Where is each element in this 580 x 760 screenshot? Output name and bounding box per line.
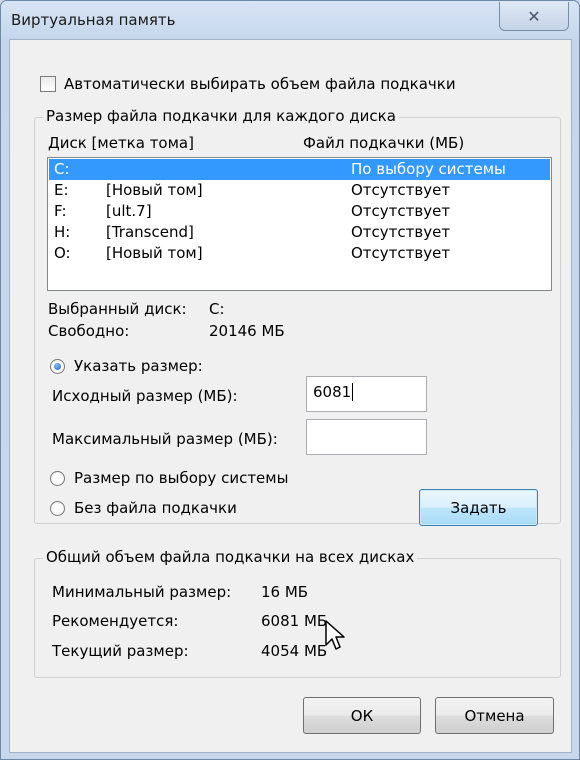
mouse-pointer-icon — [325, 620, 345, 650]
recommended-label: Рекомендуется: — [52, 612, 179, 630]
ok-button[interactable]: ОК — [303, 697, 421, 734]
free-space-value: 20146 МБ — [209, 322, 285, 340]
drive-list[interactable]: C: По выбору системы E: [Новый том] Отсу… — [47, 157, 552, 291]
min-size-label: Минимальный размер: — [52, 583, 232, 601]
max-size-input[interactable] — [306, 419, 427, 455]
list-item[interactable]: H: [Transcend] Отсутствует — [49, 222, 550, 243]
window-title: Виртуальная память — [11, 11, 176, 29]
close-button[interactable]: ✕ — [499, 2, 569, 31]
close-icon: ✕ — [527, 6, 541, 26]
auto-manage-checkbox-row[interactable]: Автоматически выбирать объем файла подка… — [40, 75, 456, 93]
custom-size-radio-label[interactable]: Указать размер: — [74, 357, 203, 375]
pagefile-status: Отсутствует — [351, 223, 451, 241]
current-size-label: Текущий размер: — [52, 642, 189, 660]
initial-size-value: 6081 — [313, 383, 352, 401]
drive-letter: F: — [54, 202, 67, 220]
list-item[interactable]: O: [Новый том] Отсутствует — [49, 243, 550, 264]
set-button-label: Задать — [450, 498, 507, 517]
volume-label: [ult.7] — [106, 202, 152, 220]
cancel-button-label: Отмена — [464, 706, 525, 725]
current-size-value: 4054 МБ — [261, 642, 328, 660]
system-size-radio[interactable] — [50, 471, 65, 486]
system-size-radio-label[interactable]: Размер по выбору системы — [74, 469, 288, 487]
free-space-label: Свободно: — [48, 322, 130, 340]
auto-manage-label: Автоматически выбирать объем файла подка… — [64, 75, 456, 93]
per-disk-group-title: Размер файла подкачки для каждого диска — [43, 107, 399, 125]
column-header-disk: Диск [метка тома] — [48, 134, 194, 152]
max-size-label: Максимальный размер (МБ): — [52, 430, 278, 448]
no-pagefile-radio-label[interactable]: Без файла подкачки — [74, 499, 237, 517]
cancel-button[interactable]: Отмена — [435, 697, 554, 734]
drive-letter: H: — [54, 223, 71, 241]
set-button[interactable]: Задать — [419, 489, 538, 526]
list-item[interactable]: C: По выбору системы — [49, 159, 550, 180]
list-item[interactable]: F: [ult.7] Отсутствует — [49, 201, 550, 222]
volume-label: [Transcend] — [106, 223, 194, 241]
text-caret — [352, 383, 354, 401]
dialog-body: Автоматически выбирать объем файла подка… — [9, 39, 572, 753]
volume-label: [Новый том] — [106, 244, 203, 262]
selected-drive-label: Выбранный диск: — [48, 300, 187, 318]
selected-drive-value: C: — [209, 300, 225, 318]
no-pagefile-radio[interactable] — [50, 501, 65, 516]
initial-size-label: Исходный размер (МБ): — [52, 387, 238, 405]
custom-size-radio[interactable] — [50, 359, 65, 374]
recommended-value: 6081 МБ — [261, 612, 328, 630]
pagefile-status: Отсутствует — [351, 244, 451, 262]
pagefile-status: По выбору системы — [351, 160, 506, 178]
pagefile-status: Отсутствует — [351, 202, 451, 220]
initial-size-input[interactable]: 6081 — [306, 376, 427, 412]
auto-manage-checkbox[interactable] — [40, 76, 56, 92]
min-size-value: 16 МБ — [261, 583, 309, 601]
list-item[interactable]: E: [Новый том] Отсутствует — [49, 180, 550, 201]
column-header-pagefile: Файл подкачки (МБ) — [303, 134, 465, 152]
drive-letter: C: — [54, 160, 70, 178]
totals-group-title: Общий объем файла подкачки на всех диска… — [43, 548, 418, 566]
title-bar[interactable]: Виртуальная память ✕ — [1, 1, 579, 39]
drive-letter: O: — [54, 244, 71, 262]
dialog-window: Виртуальная память ✕ Автоматически выбир… — [0, 0, 580, 760]
pagefile-status: Отсутствует — [351, 181, 451, 199]
drive-letter: E: — [54, 181, 69, 199]
ok-button-label: ОК — [350, 706, 374, 725]
volume-label: [Новый том] — [106, 181, 203, 199]
